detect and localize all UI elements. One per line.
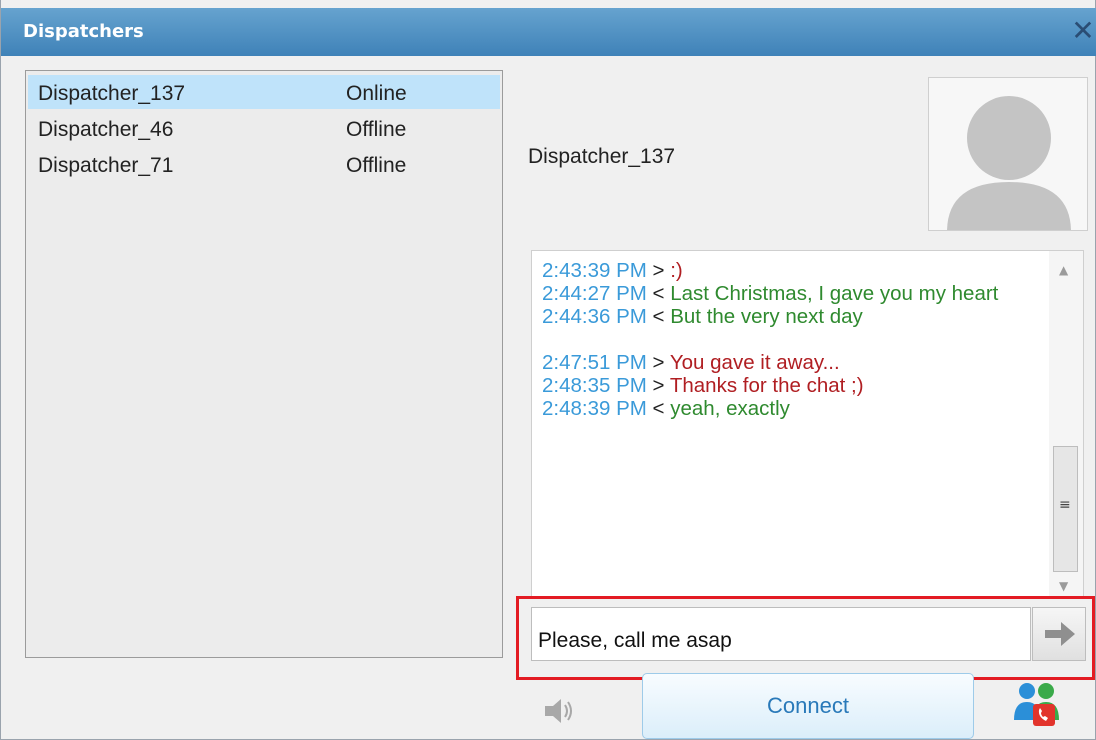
chat-history[interactable]: 2:43:39 PM > :) 2:44:27 PM < Last Christ… bbox=[531, 250, 1084, 598]
message-text: You gave it away... bbox=[669, 351, 840, 374]
window-title: Dispatchers bbox=[23, 21, 144, 42]
arrow-right-icon bbox=[1045, 622, 1075, 646]
chat-message: 2:43:39 PM > :) bbox=[542, 259, 1042, 282]
message-text: :) bbox=[670, 259, 683, 282]
message-time: 2:44:27 PM bbox=[542, 282, 647, 305]
dispatcher-row[interactable]: Dispatcher_46 Offline bbox=[28, 111, 500, 145]
chat-messages: 2:43:39 PM > :) 2:44:27 PM < Last Christ… bbox=[542, 259, 1042, 420]
scroll-thumb[interactable]: ≡ bbox=[1053, 446, 1078, 572]
message-direction: < bbox=[652, 282, 665, 305]
dispatcher-row[interactable]: Dispatcher_137 Online bbox=[28, 75, 500, 109]
close-icon[interactable]: ✕ bbox=[1065, 13, 1096, 49]
message-text: Last Christmas, I gave you my heart bbox=[670, 282, 999, 305]
dispatchers-window: Dispatchers ✕ Dispatcher_137 Online Disp… bbox=[0, 0, 1096, 740]
dispatcher-name: Dispatcher_71 bbox=[38, 154, 174, 177]
message-direction: > bbox=[652, 351, 665, 374]
speaker-icon[interactable] bbox=[543, 695, 577, 727]
chat-message: 2:48:39 PM < yeah, exactly bbox=[542, 397, 1042, 420]
chat-scrollbar[interactable]: ▲ ≡ ▼ bbox=[1049, 251, 1083, 597]
chat-message: 2:44:27 PM < Last Christmas, I gave you … bbox=[542, 282, 1042, 305]
dispatcher-name: Dispatcher_46 bbox=[38, 118, 174, 141]
message-input[interactable] bbox=[531, 607, 1031, 661]
message-time: 2:44:36 PM bbox=[542, 305, 647, 328]
users-call-icon[interactable] bbox=[1013, 680, 1061, 726]
dispatcher-row[interactable]: Dispatcher_71 Offline bbox=[28, 147, 500, 181]
dispatcher-status: Online bbox=[346, 82, 407, 105]
message-text: Thanks for the chat ;) bbox=[669, 374, 864, 397]
title-bar[interactable]: Dispatchers ✕ bbox=[1, 8, 1096, 56]
dispatcher-status: Offline bbox=[346, 154, 407, 177]
message-text: yeah, exactly bbox=[670, 397, 790, 420]
scroll-down-icon[interactable]: ▼ bbox=[1059, 579, 1068, 593]
message-text: But the very next day bbox=[670, 305, 863, 328]
user-placeholder-icon bbox=[928, 77, 1088, 231]
chat-message: 2:47:51 PM > You gave it away... bbox=[542, 351, 1042, 374]
selected-dispatcher-name: Dispatcher_137 bbox=[528, 145, 676, 168]
message-time: 2:48:35 PM bbox=[542, 374, 647, 397]
chat-message: 2:44:36 PM < But the very next day bbox=[542, 305, 1042, 328]
grip-icon: ≡ bbox=[1059, 497, 1071, 513]
scroll-up-icon[interactable]: ▲ bbox=[1059, 263, 1068, 277]
message-time: 2:43:39 PM bbox=[542, 259, 647, 282]
message-direction: > bbox=[652, 259, 665, 282]
dispatcher-list[interactable]: Dispatcher_137 Online Dispatcher_46 Offl… bbox=[25, 70, 503, 658]
send-button[interactable] bbox=[1032, 607, 1086, 661]
message-direction: < bbox=[652, 305, 665, 328]
message-direction: < bbox=[652, 397, 665, 420]
dispatcher-status: Offline bbox=[346, 118, 407, 141]
chat-message: 2:48:35 PM > Thanks for the chat ;) bbox=[542, 374, 1042, 397]
dispatcher-name: Dispatcher_137 bbox=[38, 82, 186, 105]
message-direction: > bbox=[652, 374, 665, 397]
message-time: 2:48:39 PM bbox=[542, 397, 647, 420]
message-time: 2:47:51 PM bbox=[542, 351, 647, 374]
connect-button[interactable]: Connect bbox=[642, 673, 974, 739]
